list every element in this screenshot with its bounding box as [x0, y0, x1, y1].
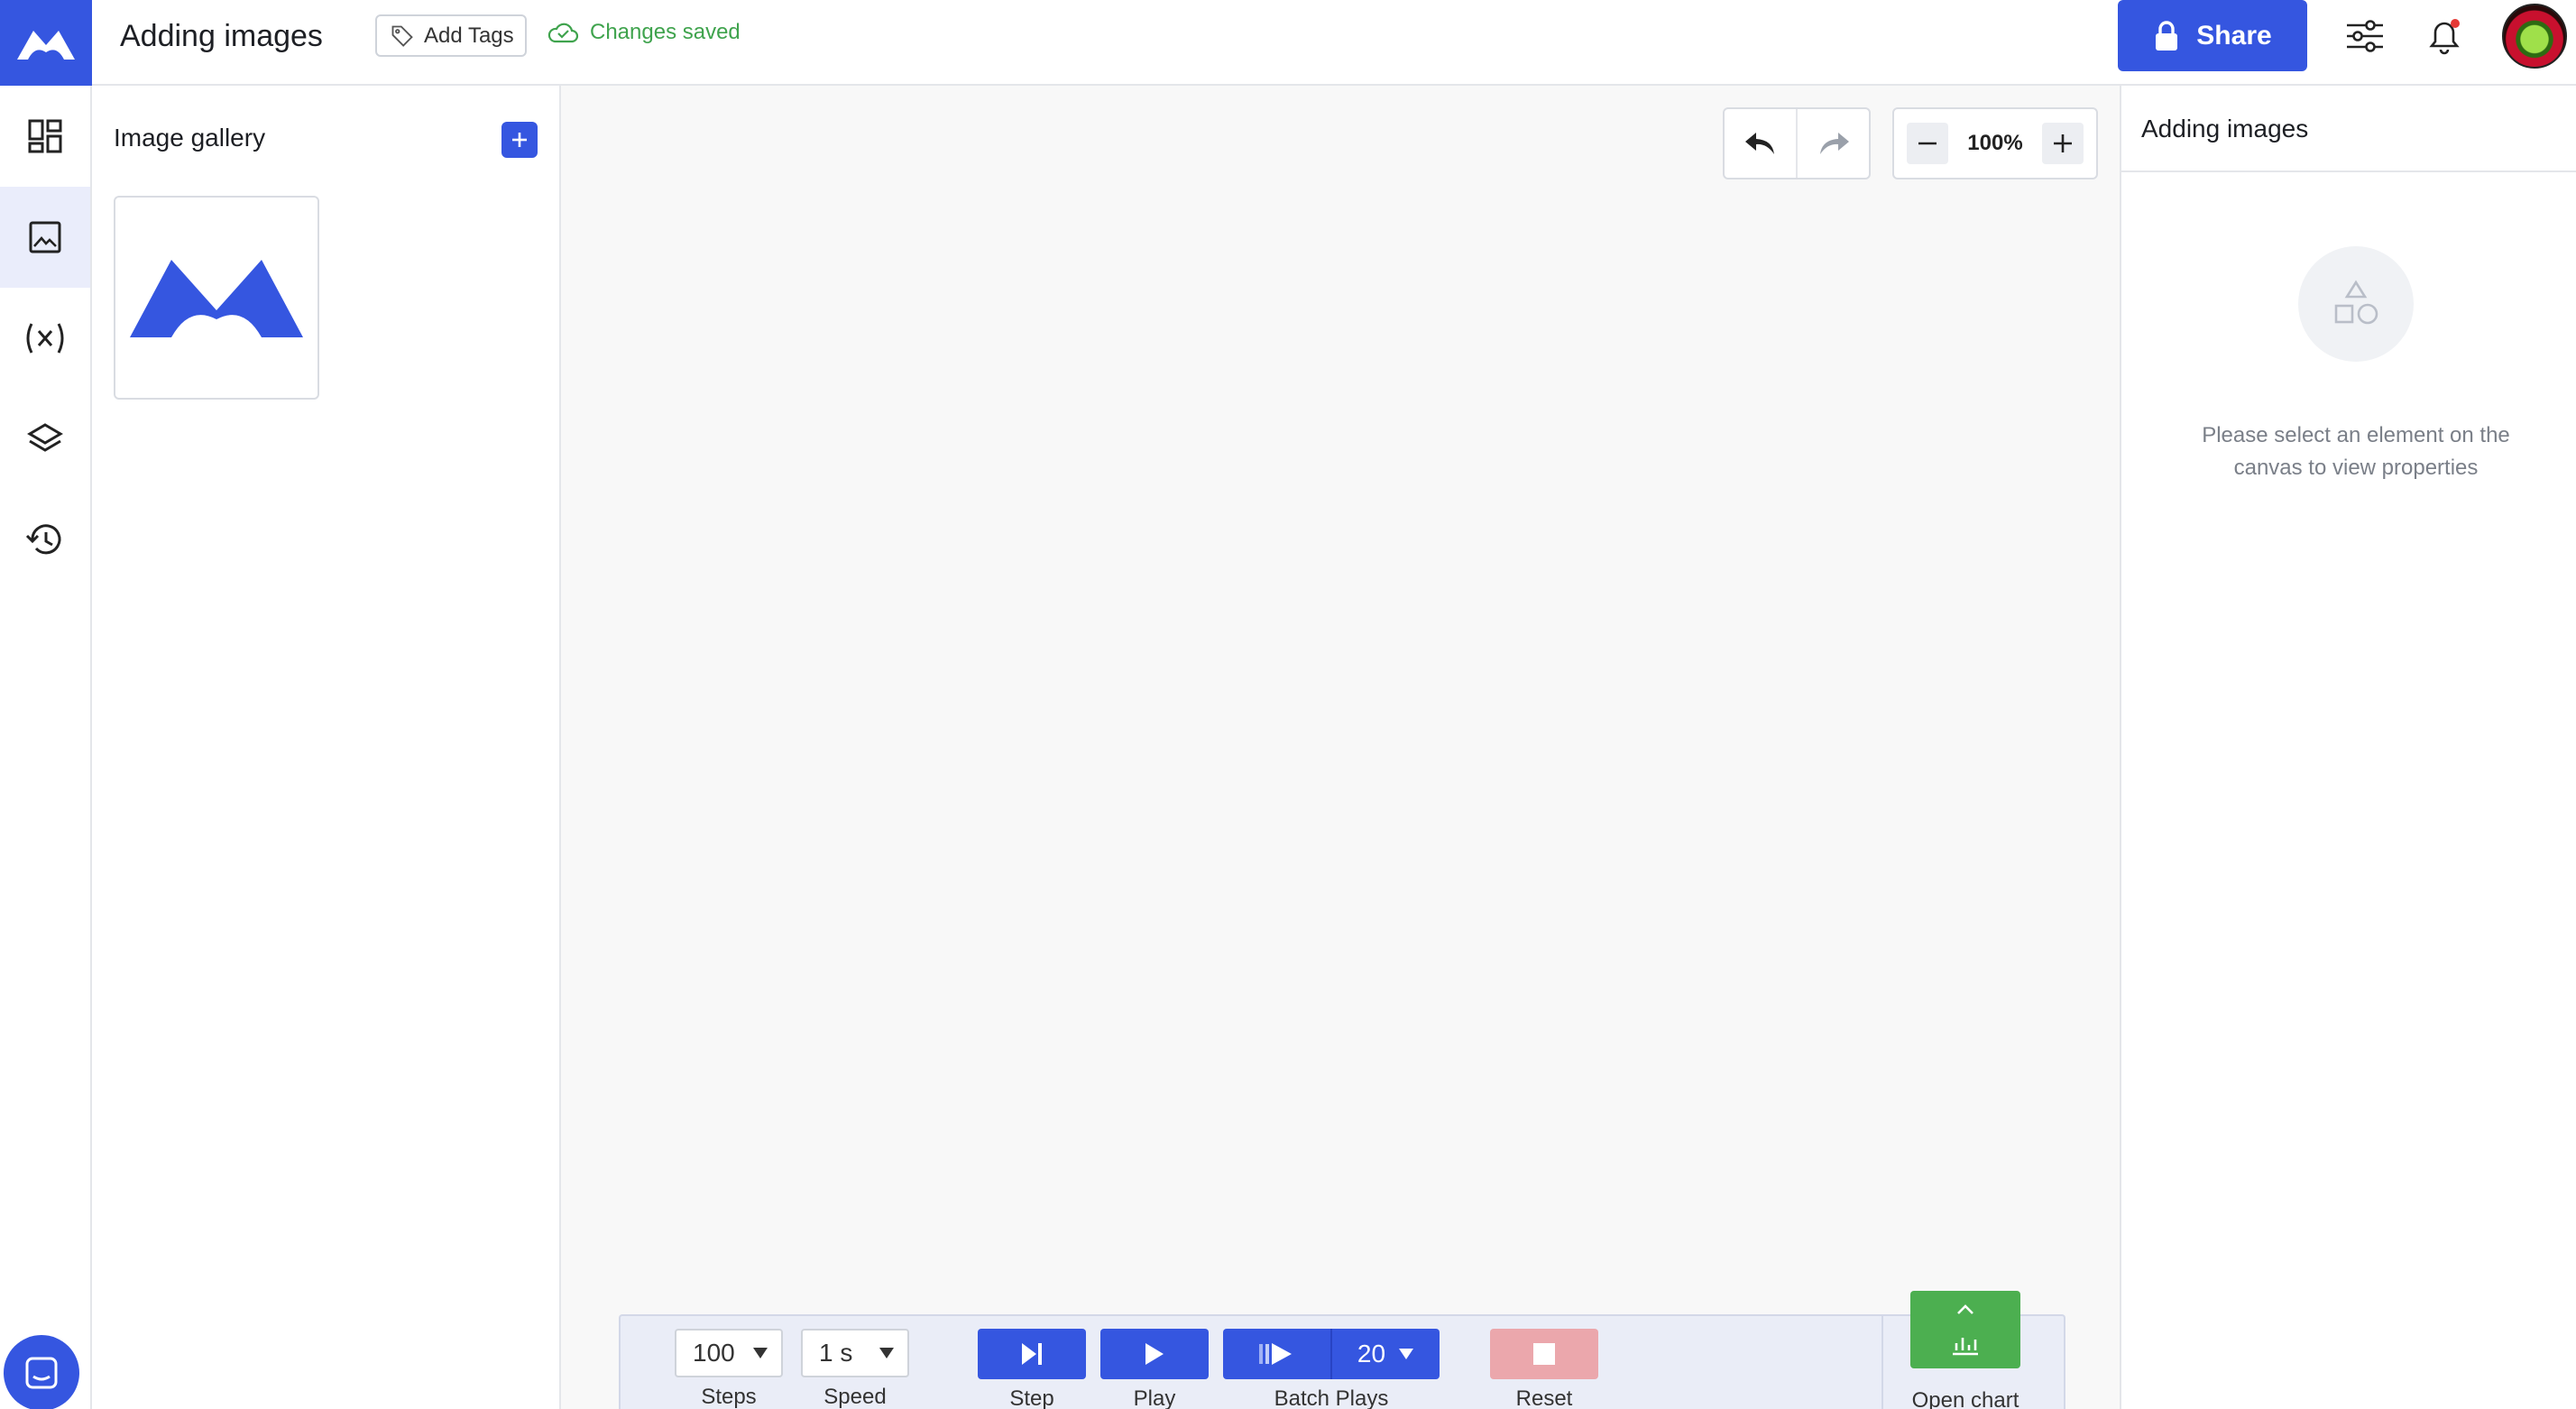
logo-icon [17, 30, 75, 60]
rail-item-history[interactable] [0, 490, 90, 591]
save-status: Changes saved [547, 20, 741, 45]
play-icon [1145, 1343, 1164, 1365]
zoom-in-button[interactable] [2041, 123, 2084, 164]
properties-panel: Adding images Please select an element o… [2120, 86, 2576, 1409]
caret-down-icon [753, 1348, 768, 1358]
dashboard-icon [28, 119, 62, 153]
step-control: Step [978, 1316, 1086, 1409]
steps-select[interactable]: 100 [675, 1329, 783, 1377]
notifications-button[interactable] [2421, 13, 2468, 60]
batch-count-select[interactable]: 20 [1330, 1329, 1440, 1379]
reset-button[interactable] [1490, 1329, 1598, 1379]
properties-title: Adding images [2121, 86, 2576, 172]
batch-count-value: 20 [1357, 1340, 1386, 1368]
redo-button[interactable] [1796, 109, 1869, 178]
batch-plays-control: 20 Batch Plays [1223, 1316, 1440, 1409]
steps-value: 100 [693, 1339, 735, 1367]
top-bar: Adding images Add Tags Changes saved Sha… [0, 0, 2576, 86]
speed-select[interactable]: 1 s [801, 1329, 909, 1377]
minus-icon [1918, 142, 1937, 145]
play-control: Play [1100, 1316, 1209, 1409]
help-chat-button[interactable] [4, 1335, 79, 1409]
steps-label: Steps [701, 1385, 757, 1409]
player-divider [1881, 1316, 1883, 1409]
play-button[interactable] [1100, 1329, 1209, 1379]
undo-button[interactable] [1725, 109, 1796, 178]
rail-item-dashboard[interactable] [0, 86, 90, 187]
plus-icon [2053, 134, 2072, 152]
sliders-icon [2347, 20, 2383, 52]
step-forward-icon [1022, 1343, 1042, 1365]
step-button[interactable] [978, 1329, 1086, 1379]
speed-value: 1 s [819, 1339, 853, 1367]
variable-icon [26, 323, 64, 354]
add-tags-button[interactable]: Add Tags [375, 14, 527, 57]
simulation-player: 100 Steps 1 s Speed Step Play 20 Batch P… [619, 1291, 2065, 1409]
chart-icon [1953, 1337, 1978, 1355]
open-chart-label: Open chart [1911, 1388, 2019, 1409]
tag-icon [391, 25, 413, 47]
redo-icon [1819, 133, 1849, 154]
step-label: Step [1009, 1386, 1054, 1409]
bell-icon [2429, 19, 2460, 55]
image-icon [29, 221, 61, 253]
open-chart-control: Open chart [1910, 1291, 2020, 1409]
reset-label: Reset [1515, 1386, 1573, 1409]
plus-icon [512, 133, 527, 147]
speed-control: 1 s Speed [801, 1316, 909, 1409]
undo-icon [1744, 133, 1774, 154]
open-chart-button[interactable] [1910, 1291, 2020, 1368]
batch-plays-label: Batch Plays [1274, 1386, 1389, 1409]
image-gallery-panel: Image gallery [92, 86, 561, 1409]
fast-forward-icon [1258, 1343, 1292, 1365]
speed-label: Speed [823, 1385, 887, 1409]
gallery-image-thumbnail[interactable] [114, 196, 319, 400]
add-image-button[interactable] [501, 122, 538, 158]
share-button[interactable]: Share [2118, 0, 2307, 71]
batch-plays-button[interactable]: 20 [1223, 1329, 1440, 1379]
lock-icon [2156, 20, 2178, 51]
empty-state-message: Please select an element on the canvas t… [2202, 423, 2510, 480]
rail-item-variables[interactable] [0, 288, 90, 389]
zoom-level: 100% [1967, 131, 2023, 155]
reset-control: Reset [1490, 1316, 1598, 1409]
app-logo[interactable] [0, 0, 92, 86]
chat-icon [25, 1357, 58, 1389]
logo-image [130, 260, 303, 337]
cloud-check-icon [547, 23, 579, 43]
save-status-text: Changes saved [590, 20, 741, 44]
stop-icon [1533, 1343, 1555, 1365]
user-avatar[interactable] [2502, 4, 2567, 69]
history-icon [25, 524, 61, 555]
add-tags-label: Add Tags [424, 23, 514, 48]
empty-state-illustration [2298, 246, 2414, 362]
shapes-icon [2334, 280, 2378, 325]
rail-item-images[interactable] [0, 187, 90, 288]
canvas-area[interactable]: 100% 100 Steps 1 s Speed Step Play 20 Ba… [561, 86, 2120, 1409]
rail-item-layers[interactable] [0, 389, 90, 490]
document-title[interactable]: Adding images [120, 18, 323, 54]
layers-icon [27, 423, 63, 452]
zoom-out-button[interactable] [1907, 123, 1948, 164]
batch-play-trigger[interactable] [1223, 1329, 1330, 1379]
history-controls [1723, 107, 1871, 180]
settings-sliders-button[interactable] [2341, 13, 2388, 60]
left-tool-rail [0, 86, 92, 1409]
zoom-controls: 100% [1892, 107, 2098, 180]
gallery-title: Image gallery [114, 124, 266, 152]
steps-control: 100 Steps [675, 1316, 783, 1409]
chevron-up-icon [1957, 1303, 1973, 1314]
play-label: Play [1133, 1386, 1176, 1409]
share-label: Share [2196, 20, 2272, 51]
caret-down-icon [879, 1348, 894, 1358]
caret-down-icon [1399, 1349, 1414, 1359]
